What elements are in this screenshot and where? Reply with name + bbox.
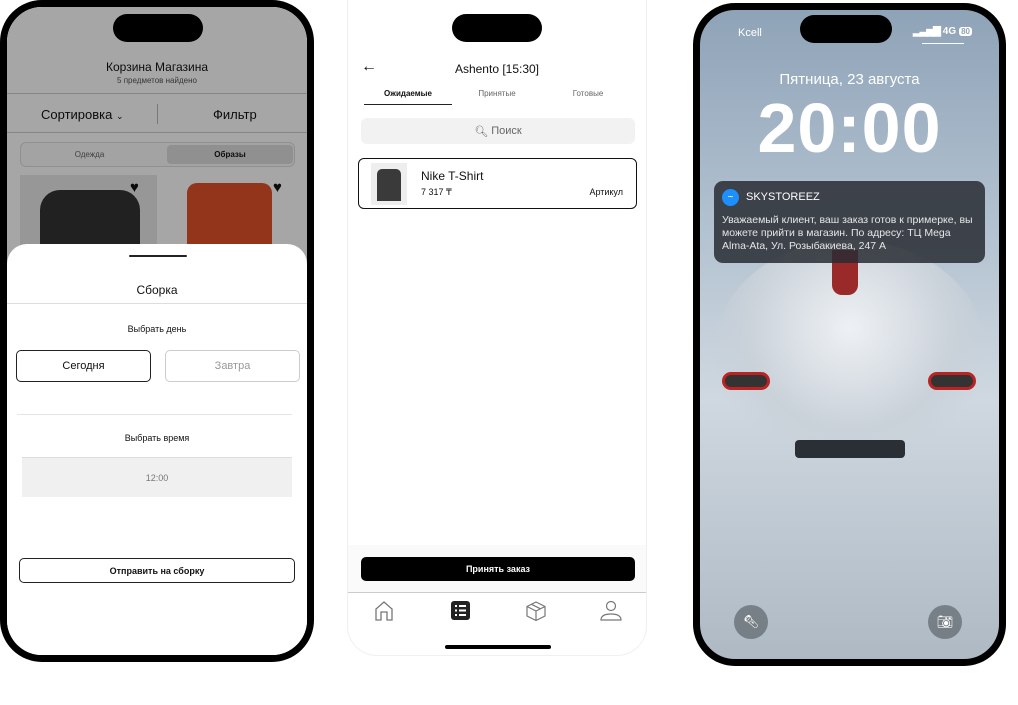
day-label: Выбрать день [127, 324, 187, 334]
submit-assembly-button[interactable]: Отправить на сборку [19, 558, 295, 583]
tab-expected[interactable]: Ожидаемые [364, 89, 452, 98]
item-sku: Артикул [589, 187, 623, 197]
search-icon: 🔍︎ [474, 125, 489, 138]
item-price: 7 317 ₸ [421, 187, 452, 197]
tomorrow-button[interactable]: Завтра [165, 350, 300, 382]
list-icon[interactable] [451, 601, 470, 620]
accept-order-button[interactable]: Принять заказ [361, 557, 635, 581]
today-button[interactable]: Сегодня [16, 350, 151, 382]
item-name: Nike T-Shirt [421, 169, 484, 183]
battery-icon: 80 [959, 27, 973, 36]
signal-icon: ▂▃▅▇ [913, 26, 941, 37]
search-input[interactable]: 🔍︎ Поиск [361, 118, 635, 144]
assembly-sheet: Сборка Выбрать день Сегодня Завтра Выбра… [7, 244, 307, 655]
time-picker[interactable]: 12:00 [22, 457, 292, 497]
profile-icon[interactable] [599, 600, 623, 622]
notification[interactable]: ~ SKYSTOREEZ Уважаемый клиент, ваш заказ… [714, 181, 985, 263]
home-icon[interactable] [374, 600, 394, 622]
app-icon: ~ [722, 189, 739, 206]
page-title: Ashento [15:30] [454, 62, 540, 76]
box-icon[interactable] [525, 600, 547, 622]
notification-text: Уважаемый клиент, ваш заказ готов к прим… [722, 214, 973, 252]
time-label: Выбрать время [124, 433, 190, 443]
notification-app: SKYSTOREEZ [746, 191, 820, 203]
status-bar: ▂▃▅▇ 4G 80 [913, 26, 973, 37]
tab-ready[interactable]: Готовые [544, 89, 632, 98]
lock-date: Пятница, 23 августа [779, 71, 920, 88]
lock-time: 20:00 [757, 89, 942, 167]
search-placeholder: Поиск [491, 125, 522, 137]
order-item[interactable]: Nike T-Shirt 7 317 ₸ Артикул [358, 158, 637, 209]
orders-phone: ← Ashento [15:30] Ожидаемые Принятые Гот… [347, 0, 647, 656]
lock-screen-phone: Kcell ▂▃▅▇ 4G 80 Пятница, 23 августа 20:… [693, 3, 1006, 666]
carrier: Kcell [738, 27, 762, 39]
cart-phone: Корзина Магазина 5 предметов найдено Сор… [0, 0, 314, 662]
home-indicator [445, 645, 551, 649]
sheet-handle[interactable] [129, 255, 187, 257]
flashlight-icon[interactable]: 🔦︎ [734, 605, 768, 639]
camera-icon[interactable]: 📷︎ [928, 605, 962, 639]
sheet-title: Сборка [136, 283, 178, 297]
network: 4G [942, 26, 957, 37]
tab-accepted[interactable]: Принятые [453, 89, 541, 98]
